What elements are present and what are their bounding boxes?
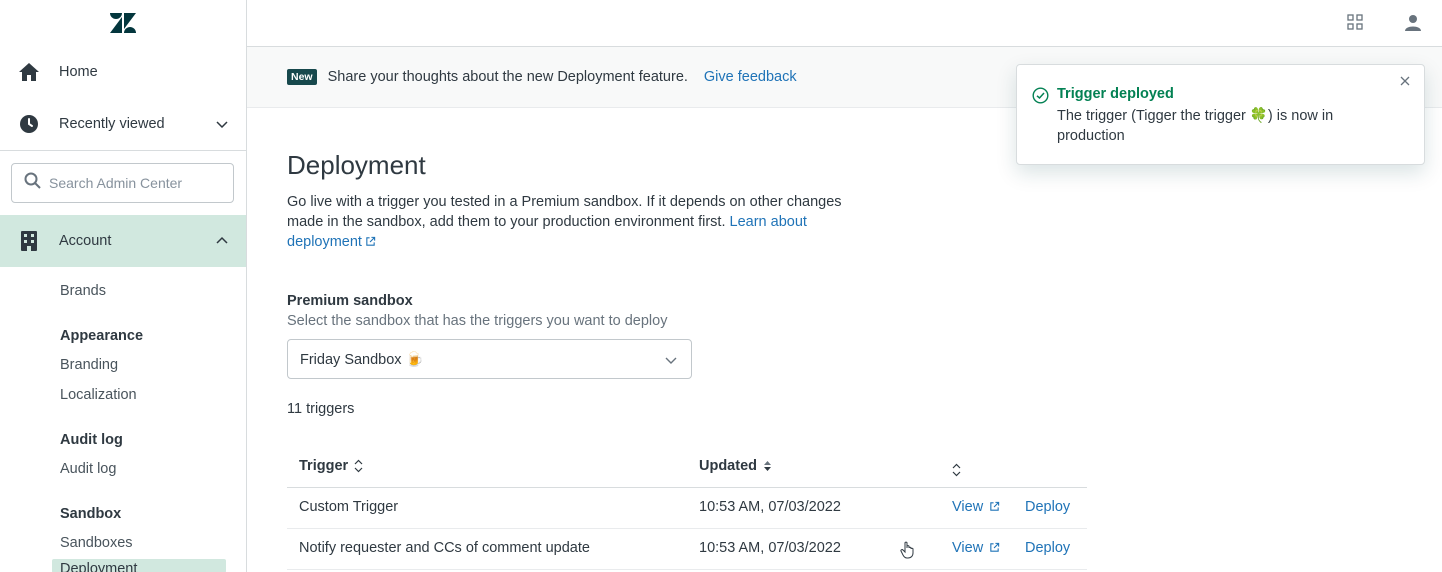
column-header-actions[interactable] — [952, 463, 961, 477]
close-icon[interactable] — [1400, 76, 1412, 88]
nav-recently-viewed-label: Recently viewed — [59, 116, 165, 132]
sidebar-item-deployment[interactable]: Deployment — [52, 559, 226, 572]
success-toast: Trigger deployed The trigger (Tigger the… — [1016, 64, 1425, 165]
toast-title: Trigger deployed — [1057, 86, 1174, 102]
sandbox-field-hint: Select the sandbox that has the triggers… — [287, 313, 668, 329]
sidebar-item-brands[interactable]: Brands — [0, 281, 246, 301]
account-submenu: Brands Appearance Branding Localization … — [0, 267, 246, 572]
clock-icon — [17, 112, 41, 136]
top-header — [247, 0, 1442, 47]
external-link-icon — [990, 542, 1000, 552]
table-row: Custom Trigger 10:53 AM, 07/03/2022 View… — [287, 488, 1087, 529]
nav-account-label: Account — [59, 233, 112, 249]
deploy-button[interactable]: Deploy — [1025, 540, 1070, 556]
view-label: View — [952, 499, 984, 515]
nav-home[interactable]: Home — [0, 46, 246, 98]
sort-icon — [354, 459, 363, 473]
trigger-name: Notify requester and CCs of comment upda… — [299, 540, 590, 556]
sidebar-item-branding[interactable]: Branding — [0, 355, 246, 375]
toast-body: The trigger (Tigger the trigger 🍀) is no… — [1057, 108, 1334, 144]
trigger-count: 11 triggers — [287, 401, 355, 417]
column-header-updated-label: Updated — [699, 458, 757, 474]
search-icon — [24, 172, 41, 194]
sidebar-item-localization[interactable]: Localization — [0, 385, 246, 405]
sidebar-item-sandboxes[interactable]: Sandboxes — [0, 533, 246, 553]
apps-grid-icon[interactable] — [1345, 12, 1365, 32]
search-input[interactable]: Search Admin Center — [11, 163, 234, 203]
sandbox-field-label: Premium sandbox — [287, 293, 413, 309]
trigger-name: Custom Trigger — [299, 499, 399, 515]
table-row: Notify requester and CCs of comment upda… — [287, 529, 1087, 570]
page-title: Deployment — [287, 150, 426, 180]
nav-home-label: Home — [59, 64, 98, 80]
trigger-updated: 10:53 AM, 07/03/2022 — [699, 499, 841, 515]
deploy-button[interactable]: Deploy — [1025, 499, 1070, 515]
view-label: View — [952, 540, 984, 556]
nav-account[interactable]: Account — [0, 215, 246, 267]
column-header-trigger[interactable]: Trigger — [299, 458, 363, 474]
zendesk-logo[interactable] — [0, 0, 246, 46]
chevron-down-icon — [214, 116, 230, 132]
home-icon — [17, 60, 41, 84]
view-link[interactable]: View — [952, 540, 1000, 556]
building-icon — [17, 229, 41, 253]
check-circle-icon — [1032, 87, 1050, 105]
sandbox-select[interactable]: Friday Sandbox 🍺 — [287, 339, 692, 379]
hand-cursor-icon — [900, 541, 914, 559]
banner-text: Share your thoughts about the new Deploy… — [327, 69, 688, 85]
user-icon[interactable] — [1403, 12, 1423, 32]
column-header-trigger-label: Trigger — [299, 458, 349, 474]
sort-desc-icon — [763, 459, 772, 473]
search-placeholder: Search Admin Center — [49, 175, 183, 191]
sort-icon — [952, 463, 961, 477]
triggers-table: Trigger Updated Custom Trigger 10:53 AM,… — [287, 448, 1087, 570]
sidebar: Home Recently viewed Search Admin Center — [0, 0, 247, 572]
column-header-updated[interactable]: Updated — [699, 458, 772, 474]
search-wrapper: Search Admin Center — [0, 151, 246, 215]
sidebar-heading-appearance: Appearance — [60, 328, 144, 344]
table-header: Trigger Updated — [287, 448, 1087, 488]
sidebar-item-audit-log[interactable]: Audit log — [0, 459, 246, 479]
give-feedback-link[interactable]: Give feedback — [704, 69, 797, 85]
new-badge: New — [287, 69, 317, 85]
chevron-down-icon — [664, 353, 678, 367]
nav-recently-viewed[interactable]: Recently viewed — [0, 98, 246, 150]
view-link[interactable]: View — [952, 499, 1000, 515]
external-link-icon — [366, 236, 376, 246]
sandbox-select-value: Friday Sandbox 🍺 — [300, 351, 424, 368]
sidebar-heading-audit-log: Audit log — [60, 432, 123, 448]
sidebar-heading-sandbox: Sandbox — [60, 506, 122, 522]
external-link-icon — [990, 501, 1000, 511]
chevron-up-icon — [214, 233, 230, 249]
trigger-updated: 10:53 AM, 07/03/2022 — [699, 540, 841, 556]
page-intro: Go live with a trigger you tested in a P… — [287, 192, 857, 252]
admin-center-app: Home Recently viewed Search Admin Center — [0, 0, 1442, 572]
